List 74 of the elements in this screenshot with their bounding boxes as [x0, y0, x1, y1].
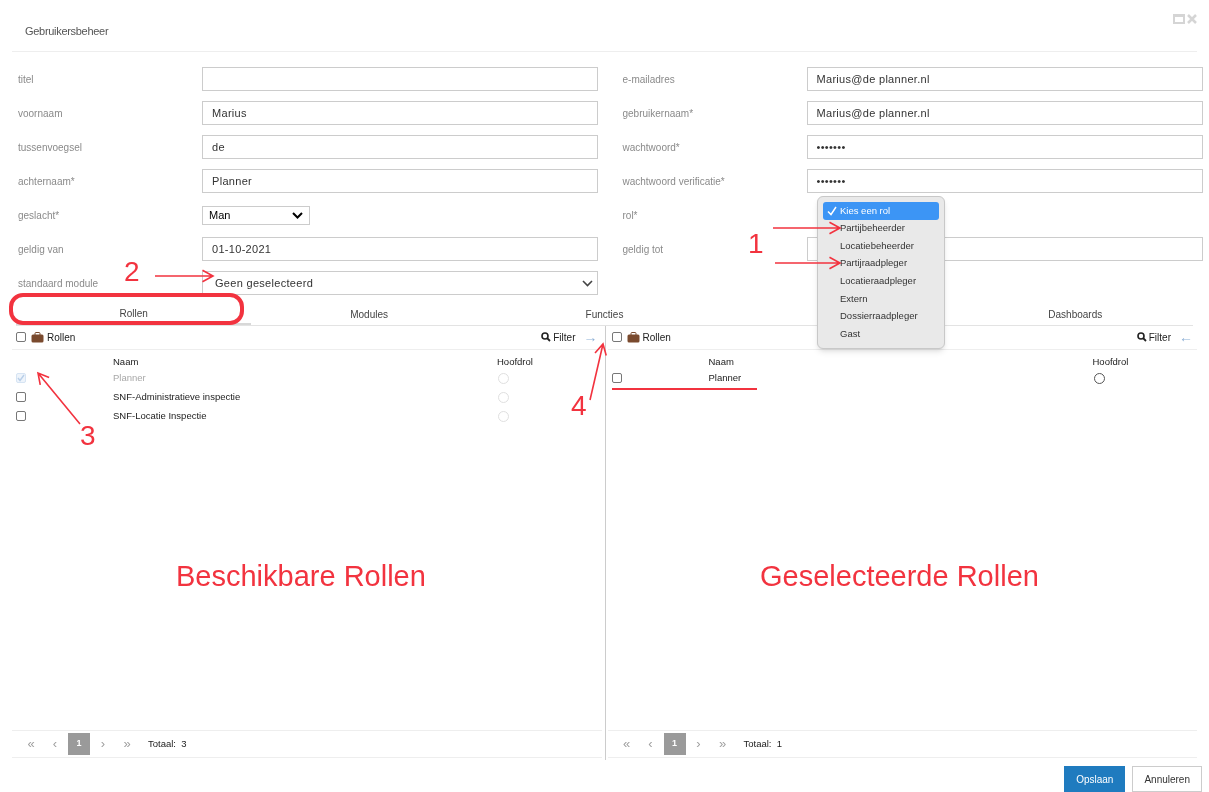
module-select[interactable]: Geen geselecteerd: [202, 271, 598, 296]
chevron-down-icon: [292, 211, 303, 219]
role-name: Planner: [113, 371, 147, 386]
menu-option[interactable]: Partijbeheerder: [823, 219, 939, 238]
filter-button[interactable]: Filter: [541, 329, 576, 345]
column-header: Naam: [113, 355, 140, 370]
tab[interactable]: Functies: [486, 304, 723, 325]
search-icon: [541, 332, 552, 343]
briefcase-icon: [626, 331, 640, 343]
cancel-button[interactable]: Annuleren: [1132, 766, 1202, 792]
annotation-number: 2: [124, 258, 140, 286]
menu-option[interactable]: Locatiebeheerder: [823, 237, 939, 255]
briefcase-icon: [31, 331, 44, 343]
field-label: wachtwoord*: [622, 140, 680, 155]
panel-title: Rollen: [47, 330, 76, 345]
text-field[interactable]: Marius@de planner.nl: [806, 67, 1203, 92]
column-header: Naam: [708, 355, 735, 370]
field-label: achternaam*: [18, 174, 75, 189]
field-label: wachtwoord verificatie*: [622, 174, 725, 189]
field-label: titel: [18, 72, 34, 87]
text-field[interactable]: Marius@de planner.nl: [806, 101, 1203, 126]
field-label: voornaam: [18, 106, 63, 121]
menu-option[interactable]: Dossierraadpleger: [823, 307, 939, 326]
annotation-arrow: [154, 269, 215, 283]
search-icon: [1136, 332, 1147, 343]
menu-option[interactable]: Locatieraadpleger: [823, 272, 939, 290]
total-count: Totaal: 1: [743, 736, 783, 751]
tab[interactable]: Dashboards: [957, 304, 1193, 325]
annotation-arrow: [36, 371, 81, 425]
menu-option[interactable]: Partijraadpleger: [823, 254, 939, 273]
field-label: standaard module: [18, 276, 99, 291]
text-field[interactable]: [202, 67, 598, 92]
column-header: Hoofdrol: [1092, 355, 1129, 370]
panel-title: Rollen: [642, 330, 671, 345]
row-checkbox[interactable]: [611, 373, 622, 384]
text-field[interactable]: de: [202, 135, 598, 160]
tab[interactable]: Modules: [251, 304, 487, 325]
annotation-arrow: [589, 342, 607, 401]
text-field[interactable]: Planner: [202, 169, 598, 194]
field-label: geldig tot: [622, 242, 664, 257]
text-field[interactable]: •••••••: [806, 135, 1203, 160]
select-all-checkbox[interactable]: [16, 332, 26, 343]
annotation-number: 1: [748, 230, 764, 258]
row-checkbox[interactable]: [16, 411, 26, 422]
field-label: rol*: [622, 208, 638, 223]
total-count: Totaal: 3: [148, 736, 187, 751]
select-all-checkbox[interactable]: [611, 332, 622, 343]
column-header: Hoofdrol: [497, 355, 533, 370]
role-name: SNF-Administratieve inspectie: [113, 390, 242, 405]
text-field[interactable]: •••••••: [806, 169, 1203, 194]
field-label: geldig van: [18, 242, 64, 257]
row-checkbox[interactable]: [16, 392, 26, 403]
text-field[interactable]: 01-10-2021: [202, 237, 598, 262]
chevron-down-icon: [581, 279, 593, 287]
role-name: Planner: [708, 371, 743, 386]
annotation-number: 3: [80, 422, 96, 450]
text-field[interactable]: Marius: [202, 101, 598, 126]
field-label: gebruikernaam*: [622, 106, 694, 121]
gender-select[interactable]: Man: [202, 205, 310, 225]
role-name: SNF-Locatie Inspectie: [113, 409, 208, 424]
field-label: tussenvoegsel: [18, 140, 82, 155]
check-icon: [826, 205, 837, 216]
annotation-caption: Geselecteerde Rollen: [760, 562, 1039, 591]
annotation-arrow: [774, 256, 842, 270]
annotation-number: 4: [571, 392, 587, 420]
annotation-caption: Beschikbare Rollen: [176, 562, 426, 591]
menu-option[interactable]: Extern: [823, 289, 939, 308]
field-label: geslacht*: [18, 208, 60, 223]
filter-button[interactable]: Filter: [1136, 329, 1171, 345]
save-button[interactable]: Opslaan: [1064, 766, 1126, 792]
annotation-arrow: [772, 221, 842, 235]
menu-option[interactable]: Gast: [823, 325, 939, 343]
field-label: e-mailadres: [622, 72, 675, 87]
window-title: Gebruikersbeheer: [24, 24, 109, 40]
